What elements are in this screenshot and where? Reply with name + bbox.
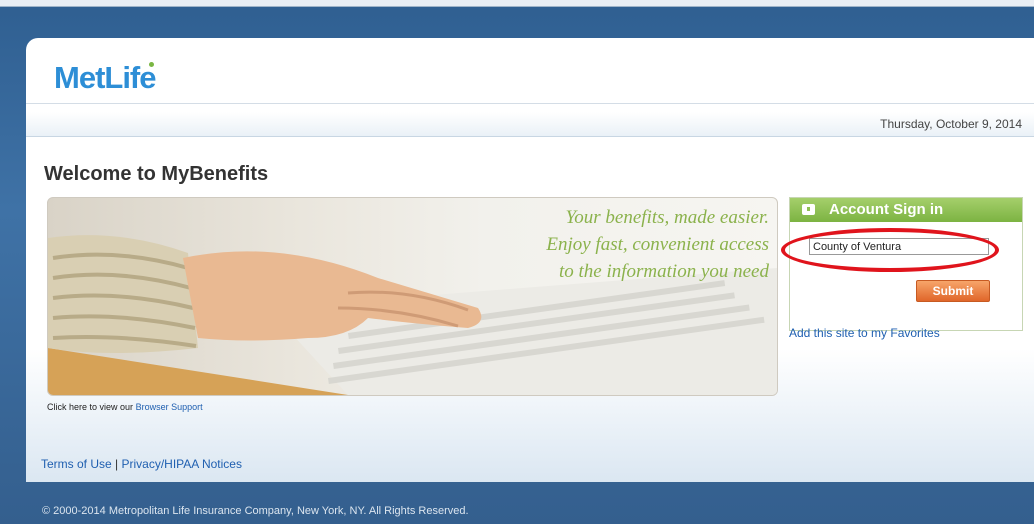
privacy-link[interactable]: Privacy/HIPAA Notices [122, 457, 242, 471]
highlight-circle-annotation [781, 228, 999, 272]
current-date: Thursday, October 9, 2014 [880, 117, 1022, 131]
add-favorites-link[interactable]: Add this site to my Favorites [789, 326, 940, 340]
browser-support-prefix: Click here to view our [47, 402, 134, 412]
tagline-line-2: Enjoy fast, convenient access [546, 234, 769, 255]
footer-separator: | [115, 457, 119, 471]
date-bar: Thursday, October 9, 2014 [26, 112, 1034, 137]
signin-header: Account Sign in [790, 198, 1022, 222]
footer-links: Terms of Use | Privacy/HIPAA Notices [41, 457, 242, 471]
terms-of-use-link[interactable]: Terms of Use [41, 457, 112, 471]
browser-support-link[interactable]: Browser Support [136, 402, 203, 412]
hero-banner: Your benefits, made easier. Enjoy fast, … [47, 197, 778, 396]
lock-icon [802, 204, 815, 215]
tagline-line-3: to the information you need [558, 261, 769, 282]
header-divider [26, 103, 1034, 104]
submit-button[interactable]: Submit [916, 280, 990, 302]
logo-text: MetLife [54, 60, 156, 95]
metlife-logo[interactable]: MetLife [54, 60, 156, 96]
tagline-line-1: Your benefits, made easier. [565, 207, 769, 228]
browser-support-note: Click here to view our Browser Support [47, 402, 203, 412]
signin-title: Account Sign in [829, 201, 944, 218]
page-title: Welcome to MyBenefits [44, 163, 269, 185]
logo-dot-icon [148, 62, 154, 67]
copyright-text: © 2000-2014 Metropolitan Life Insurance … [42, 505, 469, 517]
top-window-stripe [0, 0, 1034, 7]
banner-tagline: Your benefits, made easier. Enjoy fast, … [546, 204, 769, 285]
